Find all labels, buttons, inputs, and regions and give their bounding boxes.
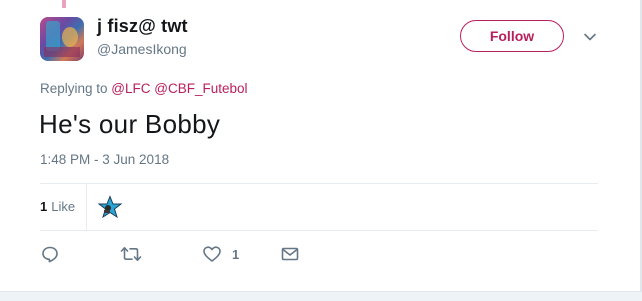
thread-connector-line	[62, 0, 66, 8]
bottom-background	[0, 291, 642, 301]
likes-stat[interactable]: 1 Like	[40, 199, 75, 214]
retweet-button[interactable]	[120, 244, 142, 264]
reply-button[interactable]	[40, 244, 60, 264]
tweet-timestamp[interactable]: 1:48 PM - 3 Jun 2018	[40, 152, 169, 167]
mention-link-lfc[interactable]: @LFC	[111, 81, 150, 96]
replying-to: Replying to @LFC @CBF_Futebol	[40, 81, 248, 96]
envelope-icon	[280, 244, 300, 264]
stats-separator	[86, 184, 87, 230]
tweet-card: j fisz@ twt @JamesIkong Follow Replying …	[0, 0, 642, 301]
retweet-icon	[120, 244, 142, 264]
chevron-down-icon[interactable]	[581, 28, 599, 46]
direct-message-button[interactable]	[280, 244, 300, 264]
reply-icon	[40, 244, 60, 264]
replying-prefix: Replying to	[40, 81, 112, 96]
display-name[interactable]: j fisz@ twt	[97, 16, 188, 37]
divider-bottom	[40, 230, 598, 231]
avatar[interactable]	[40, 17, 84, 61]
divider-top	[40, 183, 598, 184]
mention-link-cbf[interactable]: @CBF_Futebol	[154, 81, 247, 96]
like-button[interactable]: 1	[202, 244, 239, 264]
screen-name[interactable]: @JamesIkong	[97, 41, 187, 57]
follow-button[interactable]: Follow	[460, 20, 564, 52]
tweet-text: He's our Bobby	[39, 109, 221, 139]
likes-count: 1	[40, 199, 48, 214]
like-count: 1	[232, 246, 240, 262]
likes-label: Like	[51, 199, 76, 214]
liker-avatar[interactable]	[97, 195, 123, 219]
heart-icon	[202, 244, 222, 264]
